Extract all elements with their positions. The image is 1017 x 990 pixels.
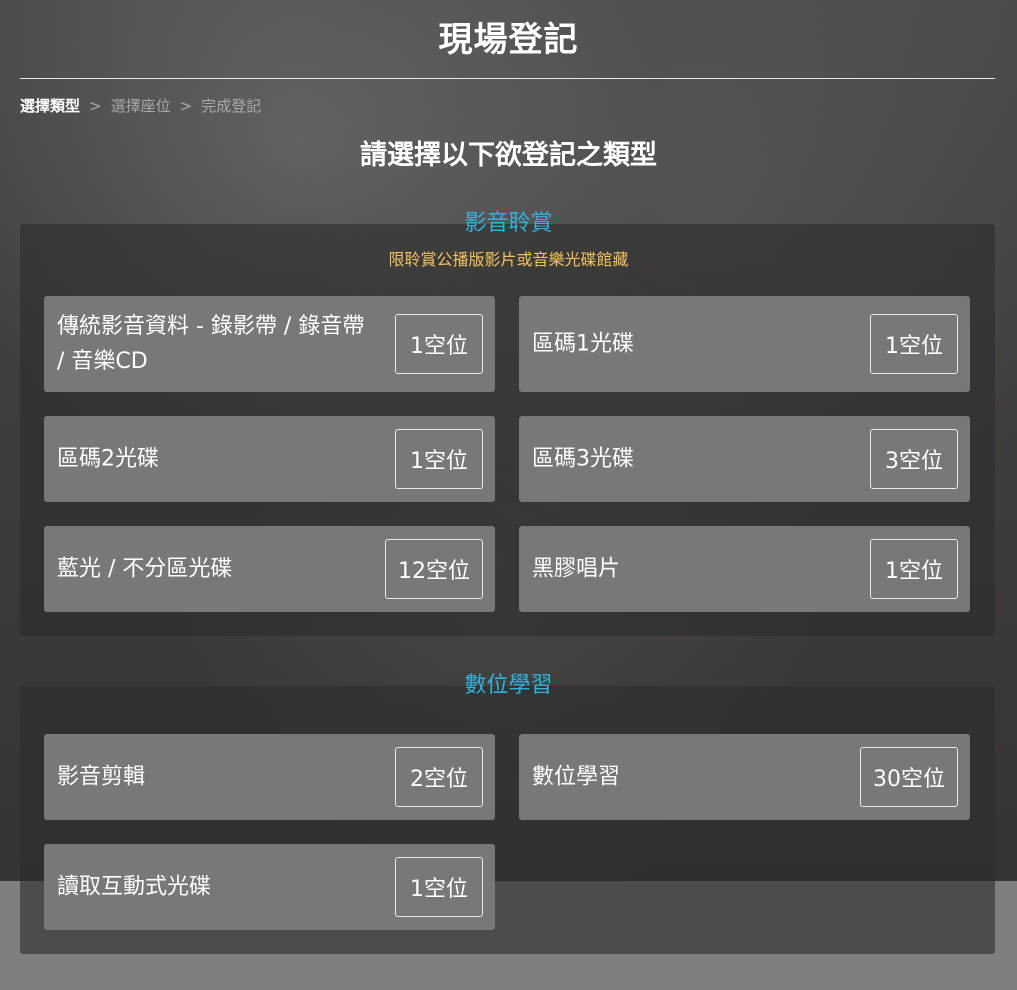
type-card-label: 讀取互動式光碟 [57,874,212,900]
page-subtitle: 請選擇以下欲登記之類型 [360,140,657,171]
seat-count-badge: 1空位 [395,314,483,374]
breadcrumb-separator: > [179,97,193,115]
type-card-label: 影音剪輯 [57,764,146,790]
seat-count-badge: 1空位 [870,539,958,599]
type-card-label: 黑膠唱片 [532,556,621,582]
page-title: 現場登記 [438,20,579,60]
section-note-av: 限聆賞公播版影片或音樂光碟館藏 [388,250,629,269]
title-divider [20,78,995,79]
seat-count-badge: 1空位 [395,857,483,917]
type-card-label: 傳統影音資料 - 錄影帶 / 錄音帶 / 音樂CD [57,314,365,374]
breadcrumb-step-complete: 完成登記 [201,97,262,115]
registration-page: 現場登記 選擇類型 > 選擇座位 > 完成登記 請選擇以下欲登記之類型 影音聆賞 限聆賞… [0,0,1017,990]
type-card-video-editing[interactable]: 影音剪輯 2空位 [44,734,495,820]
seat-count-badge: 1空位 [870,314,958,374]
type-card-bluray-disc[interactable]: 藍光 / 不分區光碟 12空位 [44,526,495,612]
breadcrumb-step-select-seat: 選擇座位 [110,97,171,115]
type-card-label: 區碼3光碟 [532,446,634,472]
type-card-vinyl-record[interactable]: 黑膠唱片 1空位 [519,526,970,612]
breadcrumb-separator: > [89,97,102,115]
type-card-region2-disc[interactable]: 區碼2光碟 1空位 [44,416,495,502]
breadcrumb: 選擇類型 > 選擇座位 > 完成登記 [20,95,261,117]
section-title-av: 影音聆賞 [464,211,553,236]
seat-count-badge: 2空位 [395,747,483,807]
seat-count-badge: 30空位 [860,747,958,807]
type-card-digital-learning[interactable]: 數位學習 30空位 [519,734,970,820]
section-title-digital: 數位學習 [464,673,553,698]
type-card-region1-disc[interactable]: 區碼1光碟 1空位 [519,296,970,392]
type-card-label: 數位學習 [532,764,621,790]
type-card-region3-disc[interactable]: 區碼3光碟 3空位 [519,416,970,502]
seat-count-badge: 3空位 [870,429,958,489]
type-card-label: 藍光 / 不分區光碟 [57,556,233,582]
type-card-legacy-media[interactable]: 傳統影音資料 - 錄影帶 / 錄音帶 / 音樂CD 1空位 [44,296,495,392]
type-card-label: 區碼2光碟 [57,446,159,472]
seat-count-badge: 12空位 [385,539,483,599]
type-card-label: 區碼1光碟 [532,331,634,357]
seat-count-badge: 1空位 [395,429,483,489]
breadcrumb-step-select-type: 選擇類型 [20,97,81,115]
type-card-interactive-disc[interactable]: 讀取互動式光碟 1空位 [44,844,495,930]
